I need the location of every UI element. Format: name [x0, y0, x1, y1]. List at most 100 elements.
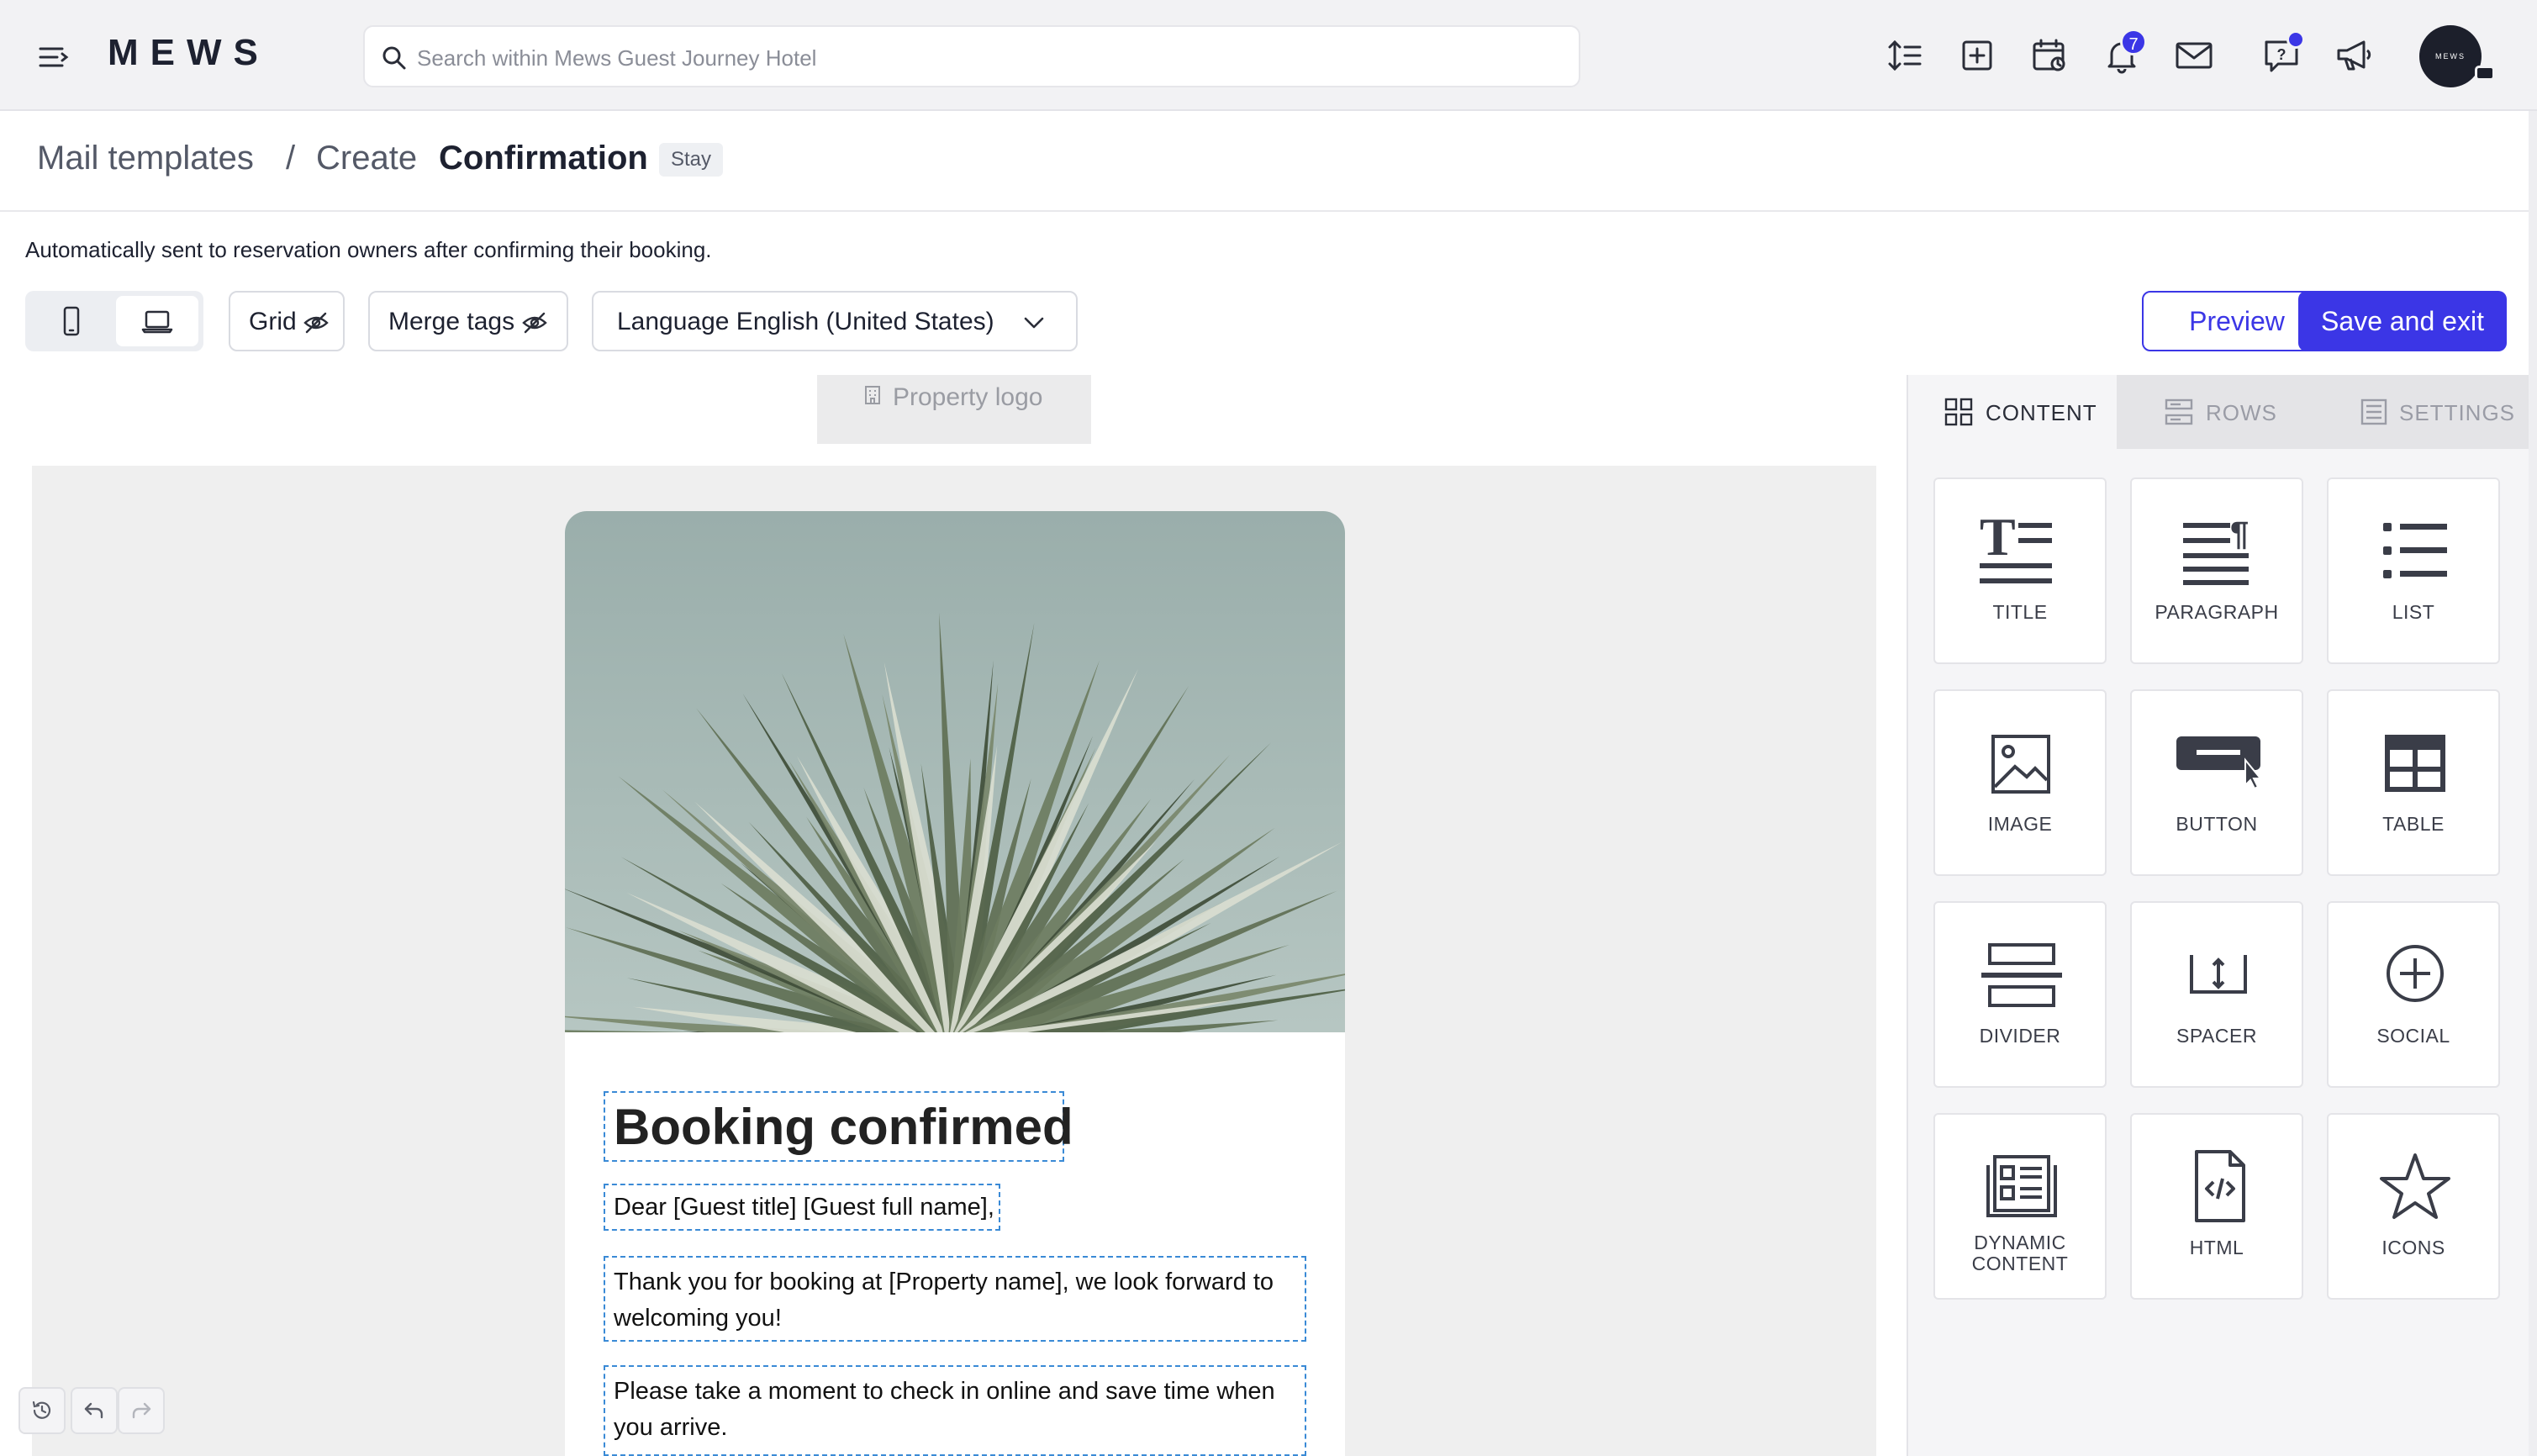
mail-icon[interactable] [2174, 35, 2214, 76]
mobile-icon [63, 306, 80, 336]
tile-icons-label: ICONS [2381, 1237, 2445, 1258]
tile-title-label: TITLE [1992, 601, 2048, 623]
language-select[interactable]: Language English (United States) [592, 291, 1078, 351]
announcements-icon[interactable] [2334, 35, 2374, 76]
tile-html[interactable]: HTML [2130, 1113, 2303, 1300]
email-paragraph-1: Thank you for booking at [Property name]… [614, 1269, 1274, 1332]
tile-list[interactable]: LIST [2327, 477, 2500, 664]
device-toggle [25, 291, 203, 351]
tile-button-label: BUTTON [2176, 813, 2258, 835]
email-greeting-block[interactable]: Dear [Guest title] [Guest full name], [604, 1184, 1000, 1231]
email-paragraph-2: Please take a moment to check in online … [614, 1378, 1275, 1441]
menu-icon[interactable] [37, 40, 71, 74]
tile-paragraph[interactable]: ¶ PARAGRAPH [2130, 477, 2303, 664]
undo-button[interactable] [71, 1387, 118, 1434]
settings-icon [2360, 398, 2387, 425]
tab-content[interactable]: CONTENT [1908, 375, 2117, 449]
button-icon [2176, 736, 2260, 790]
tab-settings-label: SETTINGS [2399, 400, 2516, 425]
tile-image-label: IMAGE [1987, 813, 2053, 835]
user-avatar[interactable]: MEWS [2419, 25, 2482, 87]
building-icon [865, 386, 880, 404]
tile-icons[interactable]: ICONS [2327, 1113, 2500, 1300]
table-icon [2385, 735, 2445, 792]
social-icon [2387, 945, 2444, 1002]
tile-dynamic-content[interactable]: DYNAMIC CONTENT [1933, 1113, 2107, 1300]
stay-badge: Stay [659, 143, 724, 177]
tile-list-label: LIST [2392, 601, 2435, 623]
tile-social[interactable]: SOCIAL [2327, 901, 2500, 1088]
mews-logo[interactable]: MEWS [108, 32, 270, 74]
svg-text:?: ? [2277, 46, 2286, 63]
tile-table-label: TABLE [2382, 813, 2445, 835]
language-select-value: Language English (United States) [617, 308, 994, 335]
email-paragraph-block[interactable]: Please take a moment to check in online … [604, 1365, 1306, 1456]
history-button[interactable] [18, 1387, 66, 1434]
merge-tags-toggle-button[interactable]: Merge tags [368, 291, 568, 351]
tile-title[interactable]: T TITLE [1933, 477, 2107, 664]
tile-spacer-label: SPACER [2176, 1025, 2257, 1047]
paragraph-icon: ¶ [2183, 515, 2249, 585]
tab-settings[interactable]: SETTINGS [2325, 375, 2537, 449]
window-edge [2529, 111, 2537, 1456]
hero-image[interactable] [565, 511, 1345, 1032]
eye-off-icon [303, 312, 329, 334]
laptop-icon [141, 310, 173, 334]
grid-toggle-button[interactable]: Grid [229, 291, 345, 351]
email-title-block[interactable]: Booking confirmed [604, 1091, 1073, 1162]
spacer-icon [2190, 955, 2247, 994]
add-icon[interactable] [1957, 35, 1997, 76]
title-icon: T [1980, 513, 2052, 583]
tile-divider[interactable]: DIVIDER [1933, 901, 2107, 1088]
breadcrumb-separator: / [286, 140, 296, 177]
tile-spacer[interactable]: SPACER [2130, 901, 2303, 1088]
dynamic-content-icon [1986, 1155, 2057, 1217]
notifications-badge: 7 [2120, 29, 2147, 55]
tile-button[interactable]: BUTTON [2130, 689, 2303, 876]
property-logo-placeholder[interactable]: Property logo [817, 375, 1091, 444]
email-title: Booking confirmed [614, 1099, 1073, 1155]
tile-social-label: SOCIAL [2376, 1025, 2450, 1047]
grid-icon [1944, 398, 1973, 426]
history-icon [32, 1401, 51, 1419]
content-panel: CONTENT ROWS SETTINGS T TITLE ¶ PARAGRAP… [1907, 375, 2537, 1456]
undo-icon [84, 1402, 103, 1419]
help-dot-indicator [2286, 30, 2305, 49]
top-bar: MEWS Search within Mews Guest Journey Ho… [0, 0, 2537, 111]
panel-tabs: CONTENT ROWS SETTINGS [1908, 375, 2537, 449]
html-icon [2195, 1150, 2245, 1222]
tab-content-label: CONTENT [1986, 400, 2097, 425]
tab-rows-label: ROWS [2206, 400, 2277, 425]
calendar-icon[interactable] [2029, 35, 2070, 76]
search-icon [382, 46, 406, 70]
tile-paragraph-label: PARAGRAPH [2155, 601, 2279, 623]
sort-icon[interactable] [1885, 35, 1925, 76]
redo-icon [132, 1402, 151, 1419]
grid-label: Grid [249, 308, 297, 335]
desktop-view-button[interactable] [116, 296, 198, 346]
svg-text:T: T [1980, 513, 2016, 567]
svg-text:¶: ¶ [2230, 515, 2249, 552]
search-bar[interactable]: Search within Mews Guest Journey Hotel [363, 25, 1580, 87]
rows-icon [2165, 398, 2193, 425]
image-icon [1991, 735, 2050, 794]
breadcrumb-create: Create [316, 140, 418, 177]
tab-rows[interactable]: ROWS [2117, 375, 2325, 449]
list-icon [2383, 523, 2447, 578]
avatar-status-icon [2475, 66, 2495, 81]
email-canvas: Booking confirmed Dear [Guest title] [Gu… [32, 466, 1876, 1456]
mobile-view-button[interactable] [30, 296, 113, 346]
email-greeting: Dear [Guest title] [Guest full name], [614, 1194, 994, 1221]
save-and-exit-button[interactable]: Save and exit [2298, 291, 2507, 351]
tile-dynamic-content-label: DYNAMIC CONTENT [1971, 1232, 2069, 1274]
search-input[interactable]: Search within Mews Guest Journey Hotel [417, 45, 816, 71]
template-description: Automatically sent to reservation owners… [25, 237, 712, 262]
history-controls [18, 1387, 171, 1436]
tile-image[interactable]: IMAGE [1933, 689, 2107, 876]
redo-button[interactable] [118, 1387, 165, 1434]
email-paragraph-block[interactable]: Thank you for booking at [Property name]… [604, 1256, 1306, 1342]
breadcrumb-mail-templates[interactable]: Mail templates [37, 140, 254, 177]
tile-table[interactable]: TABLE [2327, 689, 2500, 876]
divider-icon [1981, 943, 2062, 1007]
chevron-down-icon [1024, 317, 1044, 329]
